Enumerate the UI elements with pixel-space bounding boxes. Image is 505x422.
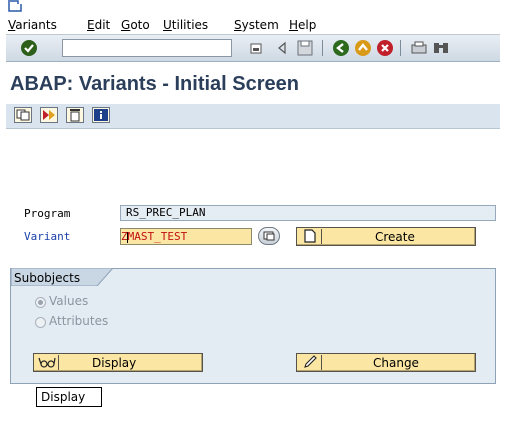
menu-bar: Variants Edit Goto Utilities System Help xyxy=(0,0,505,34)
display-variant-icon xyxy=(43,110,55,120)
display-label: Display xyxy=(92,356,137,370)
find-icon[interactable] xyxy=(432,39,450,57)
menu-goto[interactable]: Goto xyxy=(121,18,150,32)
toolbar-separator xyxy=(400,40,401,56)
glasses-icon xyxy=(38,357,56,368)
value-help-button[interactable] xyxy=(258,227,280,245)
display-button[interactable]: Display xyxy=(33,353,203,372)
back-icon[interactable] xyxy=(332,39,350,57)
command-field[interactable] xyxy=(62,39,232,57)
pencil-icon xyxy=(304,355,317,368)
program-value: RS_PREC_PLAN xyxy=(126,206,206,219)
info-icon xyxy=(94,109,108,121)
program-label: Program xyxy=(24,207,71,220)
create-button[interactable]: Create xyxy=(296,227,476,246)
exit-icon[interactable] xyxy=(354,39,372,57)
page-title: ABAP: Variants - Initial Screen xyxy=(10,73,299,95)
change-button[interactable]: Change xyxy=(296,353,476,372)
command-dropdown-icon[interactable] xyxy=(250,39,262,57)
menu-help[interactable]: Help xyxy=(289,18,316,32)
change-icon-box xyxy=(300,355,322,370)
display-variant-button[interactable] xyxy=(40,107,58,123)
create-label: Create xyxy=(375,230,415,244)
back-arrow-icon[interactable] xyxy=(276,39,288,57)
subobjects-title: Subobjects xyxy=(14,271,81,285)
change-label: Change xyxy=(373,356,419,370)
value-help-icon xyxy=(263,231,275,241)
menu-variants[interactable]: Variants xyxy=(8,18,57,32)
menu-edit[interactable]: Edit xyxy=(87,18,110,32)
info-button[interactable] xyxy=(92,107,110,123)
create-icon-box xyxy=(300,229,322,244)
system-toolbar xyxy=(6,34,500,62)
menu-utilities[interactable]: Utilities xyxy=(163,18,208,32)
tooltip: Display xyxy=(36,387,102,407)
create-icon xyxy=(304,229,316,243)
enter-icon[interactable] xyxy=(20,39,38,57)
copy-button[interactable] xyxy=(14,107,32,123)
application-toolbar xyxy=(6,104,500,129)
menu-system[interactable]: System xyxy=(234,18,279,32)
variant-label: Variant xyxy=(24,230,71,243)
values-radio[interactable] xyxy=(35,297,46,308)
delete-icon xyxy=(70,109,80,122)
toolbar-separator xyxy=(322,40,323,56)
print-icon[interactable] xyxy=(410,39,428,57)
menu-arrow-icon[interactable] xyxy=(8,0,22,12)
attributes-radio[interactable] xyxy=(35,317,46,328)
copy-icon xyxy=(16,109,30,121)
display-icon-box xyxy=(37,355,59,370)
values-label: Values xyxy=(49,294,89,308)
cancel-icon[interactable] xyxy=(376,39,394,57)
save-icon[interactable] xyxy=(296,39,314,57)
attributes-label: Attributes xyxy=(49,314,109,328)
variant-input[interactable]: ZMAST_TEST xyxy=(120,228,252,245)
variant-value: ZMAST_TEST xyxy=(121,230,188,243)
delete-button[interactable] xyxy=(66,107,84,123)
